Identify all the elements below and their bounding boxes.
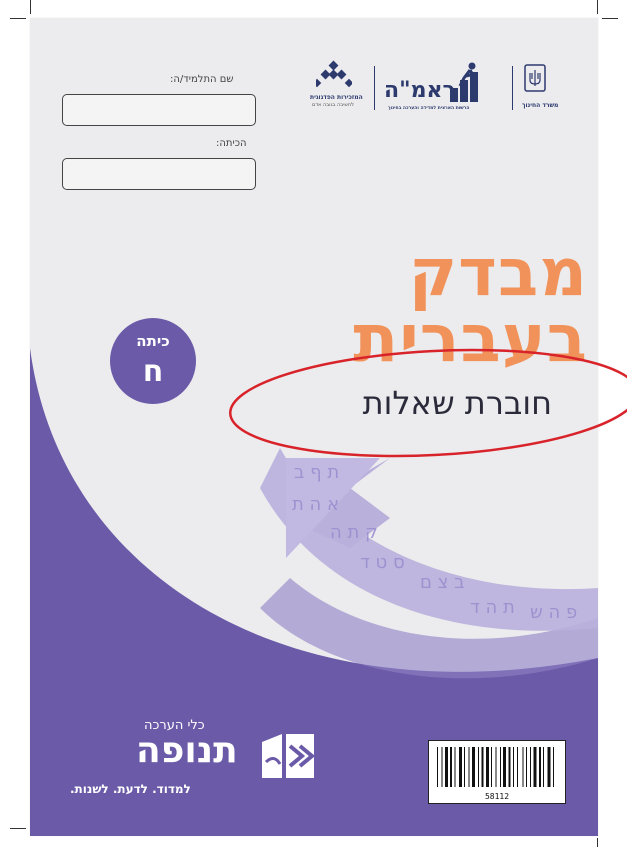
barcode-bar: [495, 747, 497, 787]
barcode-bar: [454, 747, 456, 787]
barcode-bar: [503, 747, 506, 787]
pedagogy-center-sub: לחשיבה בגובה אדם: [312, 102, 354, 108]
logos-row: המזכירות הפדגוגית לחשיבה בגובה אדם ראמ"ה…: [294, 56, 574, 116]
ministry-name: משרד החינוך: [522, 102, 559, 109]
crop-mark: [597, 0, 598, 14]
svg-text:פ ה ש: פ ה ש: [530, 602, 577, 623]
svg-text:ב צ ם: ב צ ם: [420, 572, 464, 593]
ministry-emblem-icon: [524, 64, 546, 92]
logo-divider: [512, 66, 513, 110]
barcode-bar: [441, 747, 443, 787]
barcode-bar: [468, 747, 470, 787]
crop-mark: [10, 828, 26, 829]
barcode-bar: [526, 747, 527, 787]
grade-value: ח: [142, 354, 164, 389]
cover-background: ת ף ב א ה ת ק ת ה ס ט ד ב צ ם ת ה ד פ ה …: [30, 348, 598, 836]
tnufa-brand: כלי הערכה תנופה למדוד. לדעת. לשנות.: [70, 718, 320, 808]
barcode-bar: [481, 747, 484, 787]
barcode-bar: [491, 747, 492, 787]
barcode: 58112: [428, 740, 566, 804]
svg-text:ת ה ד: ת ה ד: [470, 597, 515, 618]
grade-badge: כיתה ח: [110, 318, 196, 404]
svg-text:ת ף ב: ת ף ב: [294, 462, 339, 483]
crop-mark: [30, 0, 31, 14]
crop-mark: [602, 18, 618, 19]
crop-mark: [597, 838, 598, 847]
barcode-bar: [522, 747, 524, 787]
barcode-bar: [539, 747, 541, 787]
barcode-bar: [486, 747, 489, 787]
class-field[interactable]: [62, 158, 256, 190]
student-name-label: שם התלמיד/ה:: [170, 74, 234, 85]
barcode-bar: [478, 747, 479, 787]
barcode-bar: [543, 747, 544, 787]
booklet-subtitle: חוברת שאלות: [362, 384, 552, 422]
brand-slogan: למדוד. לדעת. לשנות.: [70, 782, 191, 796]
rama-climber-icon: [450, 62, 478, 102]
barcode-bars: [437, 747, 554, 787]
barcode-bar: [508, 747, 511, 787]
student-name-field[interactable]: [62, 94, 256, 126]
barcode-bar: [445, 747, 448, 787]
class-label: הכיתה:: [216, 138, 247, 149]
crop-mark: [10, 18, 26, 19]
svg-text:ס ט ד: ס ט ד: [360, 552, 405, 573]
brand-name: תנופה: [136, 730, 238, 771]
pedagogy-center-name: המזכירות הפדגוגית: [310, 94, 363, 101]
barcode-number: 58112: [484, 792, 510, 801]
barcode-bar: [517, 747, 518, 787]
svg-text:ק ת ה: ק ת ה: [330, 522, 378, 543]
barcode-bar: [530, 747, 531, 787]
rama-name: ראמ"ה: [384, 78, 456, 103]
booklet-cover: ת ף ב א ה ת ק ת ה ס ט ד ב צ ם ת ה ד פ ה …: [30, 18, 598, 836]
barcode-bar: [464, 747, 465, 787]
rama-sub: הרשות הארצית למדידה והערכה בחינוך: [388, 106, 470, 111]
svg-text:א ה ת: א ה ת: [292, 494, 339, 515]
grade-label: כיתה: [136, 332, 170, 350]
barcode-bar: [450, 747, 452, 787]
barcode-bar: [553, 747, 554, 787]
barcode-bar: [547, 747, 551, 787]
barcode-bar: [459, 747, 462, 787]
barcode-bar: [500, 747, 501, 787]
title-line-1: מבדק: [408, 234, 588, 311]
tnufa-logo-icon: [262, 734, 316, 778]
pedagogy-center-icon: [316, 60, 352, 88]
barcode-bar: [513, 747, 514, 787]
title-line-2: בעברית: [353, 300, 588, 377]
barcode-bar: [472, 747, 475, 787]
logo-divider: [374, 66, 375, 110]
barcode-bar: [533, 747, 537, 787]
barcode-bar: [437, 747, 438, 787]
